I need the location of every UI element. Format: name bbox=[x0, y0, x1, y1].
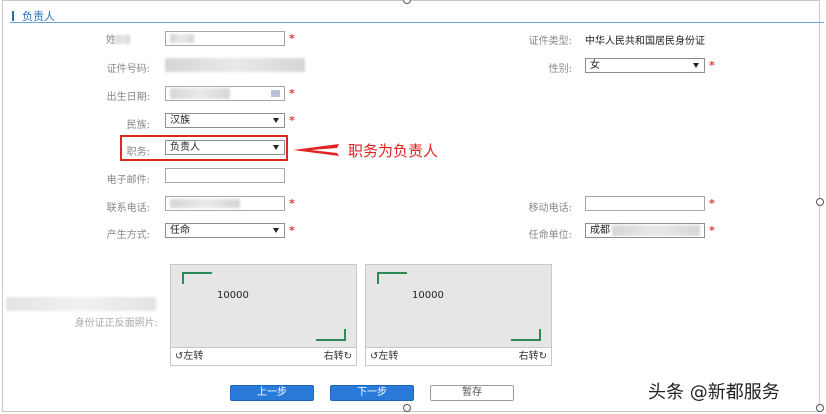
ethnicity-label: 民族: bbox=[126, 120, 150, 131]
resize-handle[interactable] bbox=[816, 404, 824, 412]
calendar-icon[interactable] bbox=[271, 90, 280, 97]
required-mark: * bbox=[289, 32, 295, 45]
unit-value: 成都 bbox=[590, 225, 610, 236]
redaction bbox=[116, 35, 130, 44]
redaction bbox=[612, 225, 700, 236]
rotate-right-label: 右转 bbox=[518, 351, 539, 362]
method-value: 任命 bbox=[170, 225, 190, 236]
gender-value: 女 bbox=[590, 60, 600, 71]
method-select[interactable]: 任命 bbox=[165, 223, 285, 238]
id-type-label: 证件类型: bbox=[528, 36, 572, 47]
name-input[interactable] bbox=[165, 31, 285, 46]
redaction bbox=[6, 297, 156, 311]
required-mark: * bbox=[709, 59, 715, 72]
mobile-label: 移动电话: bbox=[528, 203, 572, 214]
id-number-label: 证件号码: bbox=[106, 64, 150, 75]
prev-button[interactable]: 上一步 bbox=[230, 385, 314, 401]
required-mark: * bbox=[289, 224, 295, 237]
required-mark: * bbox=[709, 224, 715, 237]
rotate-toolbar: ↺左转 右转↻ bbox=[171, 347, 356, 365]
section-divider bbox=[10, 22, 824, 23]
mobile-input[interactable] bbox=[585, 196, 705, 211]
position-value: 负责人 bbox=[170, 142, 200, 153]
resize-handle[interactable] bbox=[816, 198, 824, 206]
rotate-left-button[interactable]: ↺左转 bbox=[370, 348, 398, 365]
required-mark: * bbox=[709, 197, 715, 210]
crop-corner bbox=[182, 272, 212, 284]
rotate-left-label: 左转 bbox=[183, 351, 204, 362]
required-mark: * bbox=[289, 114, 295, 127]
crop-corner bbox=[377, 272, 407, 284]
chevron-down-icon bbox=[273, 118, 279, 123]
save-draft-button[interactable]: 暂存 bbox=[430, 385, 514, 401]
required-mark: * bbox=[289, 197, 295, 210]
phone-label: 联系电话: bbox=[106, 203, 150, 214]
redaction bbox=[170, 199, 240, 208]
rotate-right-button[interactable]: 右转↻ bbox=[324, 348, 352, 365]
crop-corner bbox=[511, 329, 541, 341]
id-number-input[interactable] bbox=[165, 58, 305, 72]
rotate-right-icon: ↻ bbox=[538, 351, 547, 362]
name-label: 姓 bbox=[60, 31, 130, 46]
rotate-right-label: 右转 bbox=[323, 351, 344, 362]
watermark: 头条 @新都服务 bbox=[648, 382, 780, 403]
unit-select[interactable]: 成都 bbox=[585, 223, 705, 238]
birth-date-input[interactable] bbox=[165, 86, 285, 101]
annotation-text: 职务为负责人 bbox=[348, 142, 439, 160]
upload-placeholder: 10000 bbox=[217, 290, 249, 301]
gender-select[interactable]: 女 bbox=[585, 58, 705, 73]
resize-handle[interactable] bbox=[403, 404, 411, 412]
rotate-left-label: 左转 bbox=[378, 351, 399, 362]
required-mark: * bbox=[289, 87, 295, 100]
phone-input[interactable] bbox=[165, 196, 285, 211]
rotate-right-icon: ↻ bbox=[343, 351, 352, 362]
id-back-uploader[interactable]: 10000 ↺左转 右转↻ bbox=[365, 264, 552, 366]
id-front-uploader[interactable]: 10000 ↺左转 右转↻ bbox=[170, 264, 357, 366]
unit-label: 任命单位: bbox=[528, 230, 572, 241]
ethnicity-value: 汉族 bbox=[170, 115, 190, 126]
rotate-left-button[interactable]: ↺左转 bbox=[175, 348, 203, 365]
next-button[interactable]: 下一步 bbox=[330, 385, 414, 401]
arrow-icon bbox=[293, 144, 339, 156]
email-label: 电子邮件: bbox=[106, 175, 150, 186]
redaction bbox=[170, 34, 194, 43]
gender-label: 性别: bbox=[548, 64, 572, 75]
email-input[interactable] bbox=[165, 168, 285, 183]
upload-placeholder: 10000 bbox=[412, 290, 444, 301]
chevron-down-icon bbox=[273, 145, 279, 150]
position-label: 职务: bbox=[126, 147, 150, 158]
rotate-right-button[interactable]: 右转↻ bbox=[519, 348, 547, 365]
redaction bbox=[170, 88, 230, 99]
chevron-down-icon bbox=[273, 228, 279, 233]
chevron-down-icon bbox=[693, 63, 699, 68]
ethnicity-select[interactable]: 汉族 bbox=[165, 113, 285, 128]
position-select[interactable]: 负责人 bbox=[165, 140, 285, 155]
rotate-toolbar: ↺左转 右转↻ bbox=[366, 347, 551, 365]
method-label: 产生方式: bbox=[106, 230, 150, 241]
id-photos-label: 身份证正反面照片: bbox=[74, 318, 158, 329]
id-type-value: 中华人民共和国居民身份证 bbox=[585, 36, 705, 47]
birth-date-label: 出生日期: bbox=[106, 92, 150, 103]
section-bar bbox=[12, 11, 14, 21]
crop-corner bbox=[316, 329, 346, 341]
